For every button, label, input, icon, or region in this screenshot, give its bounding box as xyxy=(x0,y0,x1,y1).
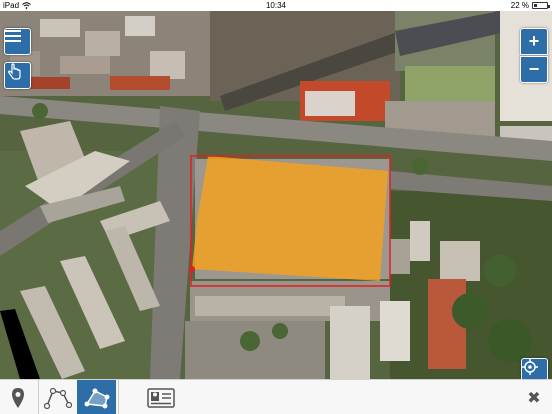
polygon-icon xyxy=(84,388,109,408)
battery-percent: 22 % xyxy=(510,1,529,10)
battery-icon xyxy=(532,2,550,9)
map-view[interactable]: + − xyxy=(0,11,552,379)
status-time: 10:34 xyxy=(265,1,287,10)
hand-pointer-icon xyxy=(7,63,21,80)
pan-mode-button[interactable] xyxy=(4,62,31,89)
tool-point[interactable] xyxy=(0,380,36,414)
polyline-icon xyxy=(44,387,72,409)
tool-line[interactable] xyxy=(40,380,76,414)
form-card-icon xyxy=(147,387,175,408)
locate-me-button[interactable] xyxy=(521,358,548,379)
selected-parcel-polygon[interactable] xyxy=(192,156,388,281)
selection-layer[interactable] xyxy=(0,11,552,379)
zoom-out-button[interactable]: − xyxy=(520,56,548,83)
map-pin-icon xyxy=(12,387,24,408)
bottom-toolbar: ✖ xyxy=(0,379,552,414)
zoom-in-button[interactable]: + xyxy=(520,28,548,55)
toolbar-divider xyxy=(38,380,39,414)
battery-fill xyxy=(534,4,537,7)
hamburger-menu-icon xyxy=(5,30,21,42)
menu-button[interactable] xyxy=(4,28,31,55)
status-right: 22 % xyxy=(510,0,550,11)
zoom-controls: + − xyxy=(520,28,548,83)
close-icon: ✖ xyxy=(527,388,541,407)
toolbar-divider xyxy=(118,380,119,414)
close-button[interactable]: ✖ xyxy=(520,380,548,414)
polygon-vertex-handle[interactable] xyxy=(189,266,195,272)
tool-polygon[interactable] xyxy=(77,380,116,414)
crosshair-locate-icon xyxy=(522,359,538,375)
tool-form[interactable] xyxy=(140,380,182,414)
status-bar: iPad 10:34 22 % xyxy=(0,0,552,11)
